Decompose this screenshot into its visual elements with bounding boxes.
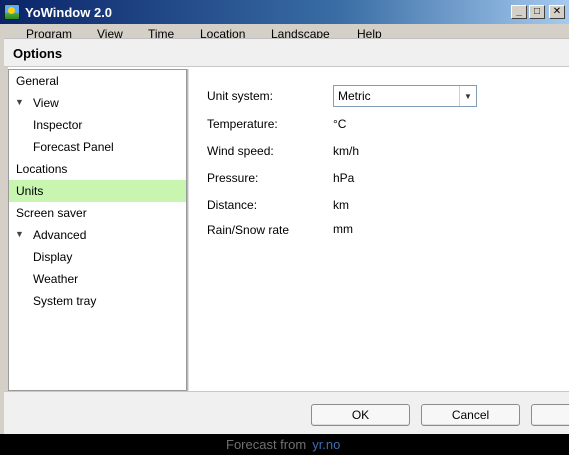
app-logo-icon [4, 4, 20, 20]
menu-time[interactable]: Time [148, 27, 174, 38]
nav-item-general[interactable]: General [9, 70, 187, 92]
nav-item-advanced[interactable]: ▼ Advanced [9, 224, 187, 246]
forecast-source: Forecast from yr.no [226, 437, 340, 452]
unit-system-label: Unit system: [207, 89, 274, 103]
menu-location[interactable]: Location [200, 27, 245, 38]
menu-program[interactable]: Program [26, 27, 72, 38]
nav-item-label: Screen saver [16, 206, 87, 220]
ok-button[interactable]: OK [311, 404, 410, 426]
dialog-title: Options [13, 46, 63, 61]
nav-item-label: Advanced [33, 228, 87, 242]
nav-item-locations[interactable]: Locations [9, 158, 187, 180]
nav-item-forecast-panel[interactable]: Forecast Panel [9, 136, 187, 158]
chevron-down-icon[interactable]: ▼ [459, 86, 476, 106]
nav-item-weather[interactable]: Weather [9, 268, 187, 290]
wind-speed-label: Wind speed: [207, 144, 274, 158]
expand-arrow-icon[interactable]: ▼ [15, 229, 24, 239]
nav-item-view[interactable]: ▼ View [9, 92, 187, 114]
temperature-label: Temperature: [207, 117, 278, 131]
forecast-source-link[interactable]: yr.no [312, 437, 340, 452]
forecast-bar: Forecast from yr.no [0, 434, 569, 455]
maximize-icon[interactable]: □ [529, 5, 545, 19]
options-dialog: Options General ▼ View Inspector Forecas… [4, 38, 569, 435]
nav-item-label: Weather [33, 272, 79, 286]
pressure-label: Pressure: [207, 171, 259, 185]
wind-speed-value: km/h [333, 144, 360, 158]
nav-item-label: Forecast Panel [33, 140, 114, 154]
unit-system-select[interactable]: Metric ▼ [333, 85, 477, 107]
nav-item-label: Display [33, 250, 73, 264]
distance-value: km [333, 198, 349, 212]
cancel-button[interactable]: Cancel [421, 404, 520, 426]
nav-item-label: View [33, 96, 59, 110]
expand-arrow-icon[interactable]: ▼ [15, 97, 24, 107]
nav-splitter[interactable] [186, 69, 189, 391]
nav-item-label: Units [16, 184, 44, 198]
nav-item-label: Locations [16, 162, 68, 176]
menu-bar: Program View Time Location Landscape Hel… [0, 24, 569, 38]
dialog-footer: OK Cancel [4, 391, 569, 435]
temperature-value: °C [333, 117, 347, 131]
menu-landscape[interactable]: Landscape [271, 27, 330, 38]
distance-label: Distance: [207, 198, 258, 212]
menu-help[interactable]: Help [357, 27, 382, 38]
units-panel: Unit system: Metric ▼ Temperature: °C Wi… [190, 69, 569, 391]
nav-item-screen-saver[interactable]: Screen saver [9, 202, 187, 224]
forecast-from-text: Forecast from [226, 437, 307, 452]
unit-system-value: Metric [338, 89, 371, 103]
rain-snow-value: mm [333, 222, 353, 236]
options-nav: General ▼ View Inspector Forecast Panel … [8, 69, 187, 391]
nav-item-system-tray[interactable]: System tray [9, 290, 187, 312]
nav-item-label: Inspector [33, 118, 83, 132]
window-title: YoWindow 2.0 [25, 4, 113, 20]
nav-item-display[interactable]: Display [9, 246, 187, 268]
nav-item-inspector[interactable]: Inspector [9, 114, 187, 136]
pressure-value: hPa [333, 171, 355, 185]
minimize-icon[interactable]: _ [511, 5, 527, 19]
nav-item-label: General [16, 74, 59, 88]
nav-item-units[interactable]: Units [9, 180, 187, 202]
menu-view[interactable]: View [97, 27, 123, 38]
close-icon[interactable]: ✕ [549, 5, 565, 19]
dialog-header: Options [4, 39, 569, 67]
nav-item-label: System tray [33, 294, 97, 308]
rain-snow-label: Rain/Snow rate [207, 223, 290, 237]
window-titlebar[interactable]: YoWindow 2.0 _ □ ✕ [0, 0, 569, 24]
third-button-partial[interactable] [531, 404, 569, 426]
